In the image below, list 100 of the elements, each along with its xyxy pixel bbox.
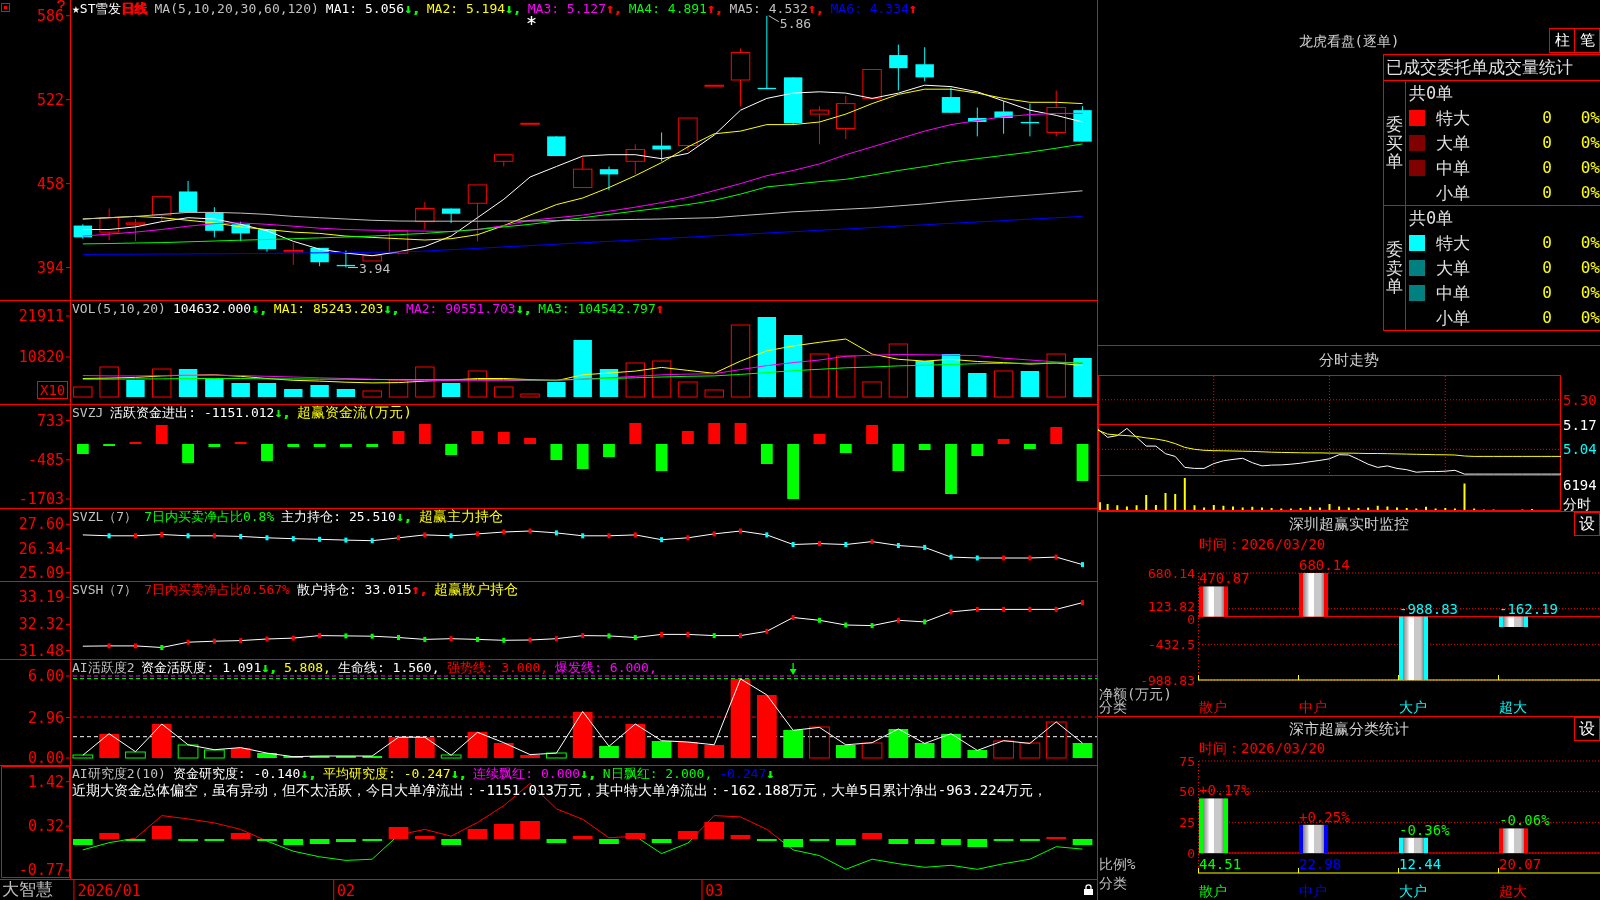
indicator-header-text: MA3: 104542.797↑ (538, 301, 664, 316)
order-size-label: 特大 (1436, 107, 1470, 128)
order-count: 0 (1542, 307, 1552, 328)
order-size-label: 中单 (1436, 157, 1470, 178)
chart-header-text: MA(5,10,20,30,60,120) (154, 1, 319, 16)
change-percent-label: +0.17% (1199, 782, 1250, 799)
chart-header-text: MA2: 5.194↓, (426, 1, 521, 16)
volume-max-label: 6194 (1563, 477, 1597, 493)
axis-tick-label: 123.82 (1148, 598, 1195, 614)
axis-tick-label: 0.00 (27, 749, 64, 765)
indicator-header-text: 生命线: 1.560, (337, 660, 440, 675)
indicator-header-text: SVZJ (72, 405, 104, 420)
order-percent: 0% (1580, 157, 1600, 178)
axis-tick-label: -988.83 (1140, 672, 1195, 688)
time-label: 时间：2026/03/20 (1199, 740, 1326, 756)
axis-tick-label: 522 (36, 90, 64, 109)
order-total: 共0单 (1408, 207, 1454, 230)
axis-tick-label: 1.42 (27, 772, 64, 791)
order-percent: 0% (1580, 132, 1600, 153)
category-label: 超大 (1499, 699, 1527, 715)
order-size-label: 大单 (1436, 132, 1470, 153)
date-axis-label: 03 (705, 882, 724, 900)
bar-value-label: 20.07 (1499, 856, 1542, 872)
order-percent: 0% (1580, 232, 1600, 253)
axis-tick-label: 32.32 (18, 615, 64, 634)
volume-pane-label: 分时 (1563, 496, 1591, 511)
indicator-header-text: SVSH（7） (72, 582, 138, 597)
chart-header-text: MA5: 4.532↑, (729, 1, 824, 16)
category-label: 散户 (1199, 699, 1227, 715)
indicator-header-text: 平均研究度: -0.247↓, (323, 766, 467, 781)
axis-tick-label: 2.96 (27, 708, 64, 727)
axis-tick-label: 25 (1179, 814, 1195, 830)
bar-value-label: 22.98 (1299, 856, 1342, 872)
order-size-label: 小单 (1436, 307, 1470, 328)
indicator-header-text: 资金活跃度: 1.091↓, (141, 660, 277, 675)
indicator-header-text: N日飘红: 2.000, (602, 766, 713, 781)
indicator-header-text: 5.808, (283, 660, 331, 675)
order-percent: 0% (1580, 282, 1600, 303)
axis-tick-label: 6.00 (27, 667, 64, 685)
indicator-header-text: 散户持仓: 33.015↑, (296, 582, 428, 597)
axis-tick-label: 680.14 (1148, 565, 1195, 581)
order-percent: 0% (1580, 257, 1600, 278)
indicator-subtitle: 超赢主力持仓 (418, 509, 503, 524)
section-title: 分时走势 (1319, 352, 1379, 369)
axis-tick-label: 33.19 (18, 588, 64, 607)
category-label: 超大 (1499, 883, 1527, 899)
indicator-header-text: 主力持仓: 25.510↓, (281, 509, 412, 524)
axis-tick-label: 0.32 (27, 817, 64, 836)
axis-tick-label: 26.34 (18, 539, 64, 558)
section-title: 深圳超赢实时监控 (1289, 515, 1409, 533)
indicator-header-text: AI活跃度2 (72, 660, 135, 675)
panel-title: 龙虎看盘(逐单) (1298, 33, 1400, 51)
indicator-header-text: AI研究度2(10) (72, 766, 166, 781)
axis-tick-label: 5.30 (1563, 391, 1597, 408)
axis-tick-label: -1703 (18, 490, 64, 508)
price-annotation: 5.86 (779, 16, 812, 32)
bar-value-label: -162.19 (1499, 600, 1558, 617)
chart-header-text: MA3: 5.127↑, (527, 1, 622, 16)
axis-tick-label: 0 (1187, 845, 1195, 861)
order-count: 0 (1542, 182, 1552, 203)
indicator-header-text: MA1: 85243.203↓, (273, 301, 400, 316)
axis-tick-label: 31.48 (18, 641, 64, 659)
section-title: 深市超赢分类统计 (1289, 720, 1409, 738)
group-label: 委买单 (1386, 114, 1403, 172)
order-total: 共0单 (1408, 82, 1454, 105)
indicator-subtitle: 超赢资金流(万元) (297, 405, 412, 420)
order-size-label: 中单 (1436, 282, 1470, 303)
indicator-header-text: 强势线: 3.000, (446, 660, 549, 675)
order-size-label: 大单 (1436, 257, 1470, 278)
indicator-header-text: MA2: 90551.703↓, (406, 301, 532, 316)
indicator-header-text: 活跃资金进出: -1151.012↓, (110, 405, 291, 420)
axis-tick-label: 5.04 (1563, 441, 1597, 458)
order-count: 0 (1542, 282, 1552, 303)
axis-tick-label: 21911 (18, 307, 64, 325)
time-label: 时间：2026/03/20 (1199, 537, 1326, 552)
change-percent-label: -0.06% (1499, 812, 1550, 829)
order-count: 0 (1542, 107, 1552, 128)
axis-tick-label: 27.60 (18, 515, 64, 534)
axis-tick-label: -0.77 (18, 861, 64, 880)
chart-header-text: MA1: 5.056↓, (325, 1, 420, 16)
indicator-header-text: 104632.000↓, (172, 301, 267, 316)
bar-value-label: 470.87 (1199, 570, 1250, 587)
indicator-header-text: 资金研究度: -0.140↓, (172, 766, 317, 781)
table-title: 已成交委托单成交量统计 (1384, 55, 1600, 81)
order-count: 0 (1542, 257, 1552, 278)
category-label: 大户 (1399, 699, 1427, 715)
bar-value-label: 680.14 (1299, 557, 1350, 573)
axis-title: 比例% (1099, 856, 1136, 872)
order-count: 0 (1542, 157, 1552, 178)
order-size-label: 小单 (1436, 182, 1470, 203)
axis-title: 分类 (1099, 875, 1127, 891)
indicator-subtitle: 超赢散户持仓 (434, 582, 519, 597)
axis-tick-label: 586 (36, 6, 64, 25)
axis-tick-label: -485 (27, 450, 64, 469)
category-label: 散户 (1199, 883, 1227, 899)
chart-header-text: ★ST雪发日线 (72, 1, 148, 16)
axis-tick-label: 5.17 (1563, 416, 1597, 433)
axis-tick-label: 733 (36, 411, 64, 430)
axis-tick-label: 75 (1179, 755, 1195, 769)
indicator-header-text: 连续飘红: 0.000↓, (473, 766, 596, 781)
